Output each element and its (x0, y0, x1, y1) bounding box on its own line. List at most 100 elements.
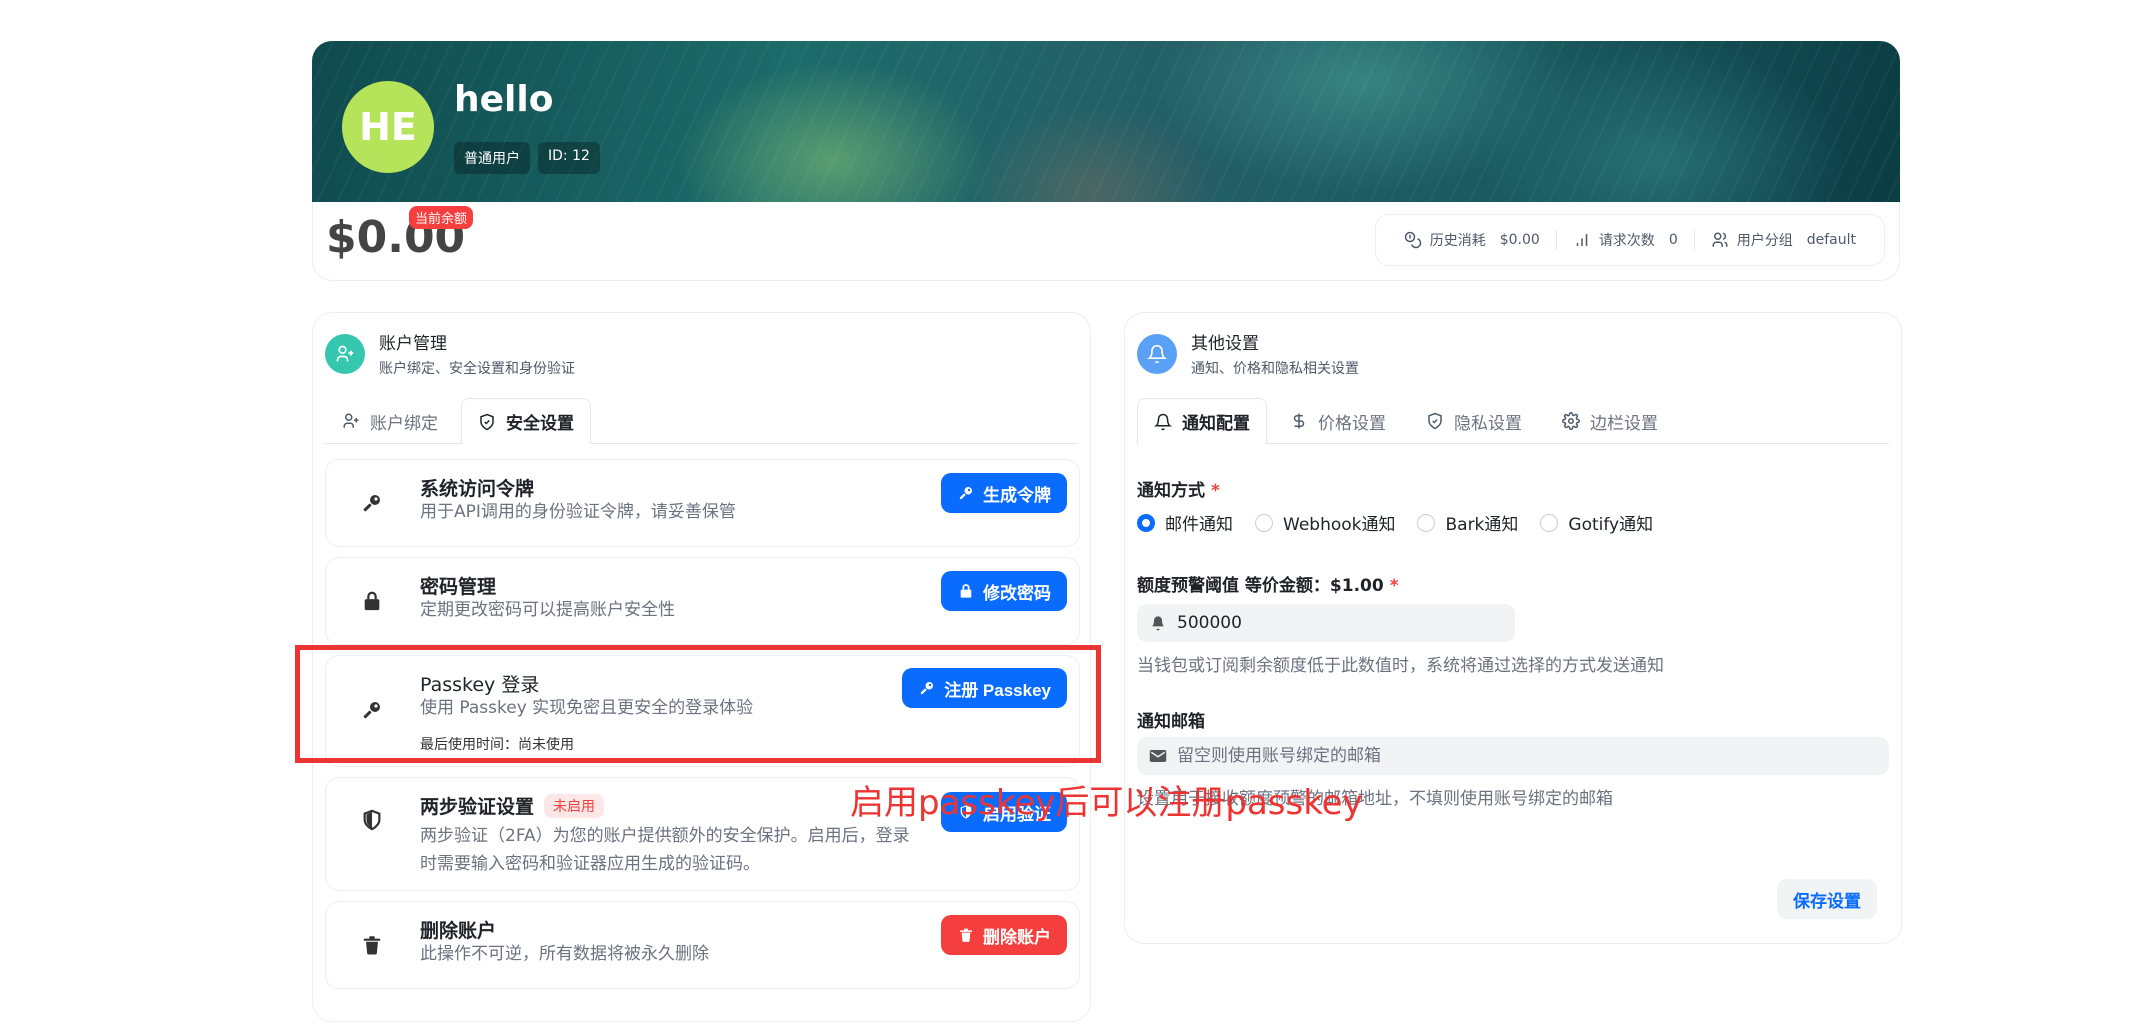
balance-tag: 当前余额 (409, 206, 474, 229)
username: hello (454, 79, 554, 120)
tab-security-settings[interactable]: 安全设置 (461, 398, 591, 444)
card-header: 账户管理 账户绑定、安全设置和身份验证 (325, 329, 575, 378)
radio-bark[interactable]: Bark通知 (1417, 510, 1518, 535)
radio-webhook[interactable]: Webhook通知 (1255, 510, 1395, 535)
stat-history-spend: 历史消耗 $0.00 (1388, 230, 1556, 250)
annotation-highlight-box (295, 645, 1101, 763)
coins-icon (1404, 231, 1422, 249)
lock-icon (957, 582, 975, 600)
user-role-badge: 普通用户 (454, 142, 530, 174)
tab-pricing[interactable]: 价格设置 (1273, 398, 1403, 443)
radio-label: 邮件通知 (1165, 515, 1233, 535)
email-input-wrapper (1137, 737, 1889, 775)
tab-notification[interactable]: 通知配置 (1137, 398, 1267, 444)
status-badge: 未启用 (544, 793, 605, 818)
tab-label: 价格设置 (1318, 413, 1386, 434)
list-item-access-token: 系统访问令牌 用于API调用的身份验证令牌，请妥善保管 生成令牌 (325, 459, 1080, 547)
item-desc: 两步验证（2FA）为您的账户提供额外的安全保护。启用后，登录时需要输入密码和验证… (420, 826, 910, 874)
shield-check-icon (478, 413, 496, 431)
button-label: 删除账户 (983, 927, 1051, 947)
dollar-icon (1290, 412, 1308, 430)
item-desc: 此操作不可逆，所有数据将被永久删除 (420, 944, 709, 964)
item-title-text: 删除账户 (420, 920, 497, 942)
bell-icon (1149, 614, 1167, 632)
tab-privacy[interactable]: 隐私设置 (1409, 398, 1539, 443)
stat-label: 用户分组 (1736, 233, 1793, 249)
tab-label: 账户绑定 (370, 413, 438, 434)
annotation-text: 启用passkey后可以注册passkey (850, 783, 1363, 823)
avatar: HE (342, 81, 434, 173)
item-title: 系统访问令牌 (420, 474, 534, 501)
user-plus-icon (325, 333, 365, 374)
threshold-input-wrapper (1137, 604, 1515, 642)
key-icon (358, 489, 386, 517)
item-desc: 用于API调用的身份验证令牌，请妥善保管 (420, 502, 736, 522)
stat-value: $0.00 (1499, 232, 1540, 248)
trash-icon (358, 931, 386, 959)
user-badges: 普通用户 ID: 12 (454, 142, 600, 174)
profile-banner: HE hello 普通用户 ID: 12 (312, 41, 1900, 202)
radio-circle[interactable] (1540, 513, 1559, 532)
bell-icon (1137, 333, 1177, 374)
threshold-help: 当钱包或订阅剩余额度低于此数值时，系统将通过选择的方式发送通知 (1137, 656, 1664, 676)
radio-circle[interactable] (1255, 513, 1273, 532)
users-icon (1711, 231, 1729, 249)
trash-icon (957, 926, 975, 944)
change-password-button[interactable]: 修改密码 (941, 571, 1067, 611)
user-plus-icon (342, 412, 360, 430)
tab-label: 安全设置 (506, 414, 574, 434)
key-icon (957, 484, 975, 502)
radio-gotify[interactable]: Gotify通知 (1540, 510, 1653, 535)
card-header: 其他设置 通知、价格和隐私相关设置 (1137, 329, 1359, 378)
radio-circle[interactable] (1137, 513, 1155, 532)
label-text: 通知方式 (1137, 481, 1205, 501)
email-label: 通知邮箱 (1137, 712, 1205, 732)
threshold-label: 额度预警阈值 等价金额：$1.00 * (1137, 571, 1399, 596)
user-id-badge: ID: 12 (538, 142, 600, 174)
radio-label: Bark通知 (1445, 515, 1519, 535)
threshold-input[interactable] (1177, 613, 1503, 633)
tab-label: 隐私设置 (1454, 413, 1522, 434)
stat-request-count: 请求次数 0 (1555, 230, 1694, 250)
stat-value: default (1806, 232, 1856, 248)
radio-label: Webhook通知 (1283, 515, 1396, 535)
save-settings-button[interactable]: 保存设置 (1777, 879, 1877, 919)
label-text: 额度预警阈值 等价金额：$1.00 (1137, 576, 1384, 596)
shield-check-icon (1426, 412, 1444, 430)
item-title-text: 系统访问令牌 (420, 478, 535, 500)
stat-value: 0 (1668, 232, 1678, 248)
required-mark: * (1389, 576, 1399, 596)
delete-account-button[interactable]: 删除账户 (941, 915, 1067, 955)
button-label: 修改密码 (983, 583, 1051, 603)
tab-sidebar[interactable]: 边栏设置 (1545, 398, 1675, 443)
balance-bar: $0.00 当前余额 历史消耗 $0.00 请求次数 0 用户分组 defaul… (312, 202, 1900, 281)
mail-icon (1149, 747, 1167, 765)
card-title: 其他设置 (1191, 334, 1259, 354)
item-title-text: 两步验证设置 (420, 796, 535, 818)
item-desc: 定期更改密码可以提高账户安全性 (420, 600, 675, 620)
list-item-delete-account: 删除账户 此操作不可逆，所有数据将被永久删除 删除账户 (325, 901, 1080, 989)
profile-header: HE hello 普通用户 ID: 12 $0.00 当前余额 历史消耗 $0.… (312, 41, 1900, 281)
email-input[interactable] (1177, 746, 1877, 766)
card-subtitle: 通知、价格和隐私相关设置 (1191, 361, 1359, 377)
item-title: 删除账户 (420, 916, 496, 943)
shield-icon (358, 806, 386, 834)
item-title: 两步验证设置 未启用 (420, 792, 605, 819)
stat-label: 请求次数 (1598, 233, 1655, 249)
item-title-text: 密码管理 (420, 576, 497, 598)
card-title: 账户管理 (379, 334, 447, 354)
settings-tabs: 通知配置 价格设置 隐私设置 边栏设置 (1137, 397, 1889, 444)
item-title: 密码管理 (420, 572, 496, 599)
required-mark: * (1211, 481, 1220, 501)
list-item-password: 密码管理 定期更改密码可以提高账户安全性 修改密码 (325, 557, 1080, 645)
tab-account-binding[interactable]: 账户绑定 (325, 398, 455, 443)
generate-token-button[interactable]: 生成令牌 (941, 473, 1067, 513)
radio-circle[interactable] (1417, 513, 1436, 532)
radio-email[interactable]: 邮件通知 (1137, 510, 1233, 535)
account-tabs: 账户绑定 安全设置 (325, 397, 1078, 444)
tab-label: 边栏设置 (1590, 413, 1658, 434)
notify-method-label: 通知方式 * (1137, 476, 1220, 501)
button-label: 生成令牌 (983, 485, 1051, 505)
notify-method-group: 邮件通知 Webhook通知 Bark通知 Gotify通知 (1137, 510, 1653, 535)
radio-label: Gotify通知 (1568, 515, 1654, 535)
